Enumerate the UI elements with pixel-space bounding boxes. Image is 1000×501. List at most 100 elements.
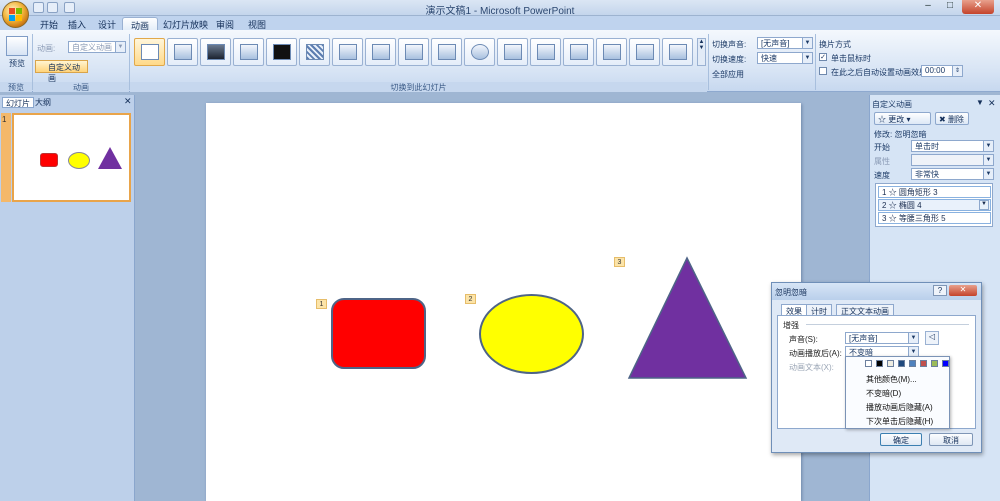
advance-time-spinner[interactable]: 00:00 ⇕ — [921, 65, 963, 77]
on-click-label: 单击鼠标时 — [831, 54, 871, 63]
transition-sound-label: 切换声音: — [712, 40, 747, 49]
on-click-checkbox[interactable]: ✓ — [819, 53, 827, 61]
transition-cover-right[interactable] — [662, 38, 693, 66]
tab-animations[interactable]: 动画 — [122, 17, 159, 31]
pane-menu-icon[interactable]: ▼ — [976, 98, 984, 107]
redo-icon[interactable] — [64, 2, 75, 13]
modify-label: 修改: 忽明忽暗 — [874, 130, 927, 139]
save-icon[interactable] — [33, 2, 44, 13]
tab-view[interactable]: 视图 — [240, 17, 274, 31]
close-window-button[interactable]: ✕ — [962, 0, 994, 14]
sound-label: 声音(S): — [789, 335, 818, 344]
dialog-close-button[interactable]: ✕ — [949, 285, 977, 296]
transition-speed-combo[interactable]: 快速 ▼ — [757, 52, 813, 64]
transition-wipe-left[interactable] — [365, 38, 396, 66]
transition-speed-label: 切换速度: — [712, 55, 747, 64]
advance-title: 换片方式 — [819, 40, 851, 49]
speaker-icon[interactable]: ◁ — [925, 331, 939, 345]
delete-effect-button[interactable]: ✖ 删除 — [935, 112, 969, 125]
tab-slideshow[interactable]: 幻灯片放映 — [155, 17, 216, 31]
color-swatch-black[interactable] — [876, 360, 883, 367]
menu-dont-dim[interactable]: 不变暗(D) — [866, 388, 901, 399]
menu-more-colors[interactable]: 其他颜色(M)... — [866, 374, 917, 385]
color-swatch-green[interactable] — [931, 360, 938, 367]
menu-hide-next-click[interactable]: 下次单击后隐藏(H) — [866, 416, 933, 427]
animation-label: 动画: — [37, 44, 56, 53]
property-label: 属性 — [874, 157, 890, 166]
start-label: 开始 — [874, 143, 890, 152]
window-title: 演示文稿1 - Microsoft PowerPoint — [425, 6, 575, 17]
transition-dissolve[interactable] — [299, 38, 330, 66]
slide-number: 1 — [2, 115, 7, 124]
sound-combo[interactable]: [无声音] ▼ — [845, 332, 919, 344]
transition-wipe-up[interactable] — [431, 38, 462, 66]
color-swatch-tan[interactable] — [887, 360, 894, 367]
change-effect-button[interactable]: ☆ 更改 ▾ — [874, 112, 931, 125]
cancel-button[interactable]: 取消 — [929, 433, 973, 446]
tab-review[interactable]: 审阅 — [208, 17, 242, 31]
section-divider — [806, 324, 969, 325]
undo-icon[interactable] — [47, 2, 58, 13]
tab-slides[interactable]: 幻灯片 — [2, 97, 34, 108]
custom-animation-button[interactable]: 自定义动画 — [35, 60, 88, 83]
transition-cover-left[interactable] — [629, 38, 660, 66]
gallery-scroll-button[interactable]: ▲ ▼ — [697, 38, 706, 66]
rounded-rectangle-shape[interactable] — [331, 298, 426, 369]
transition-none[interactable] — [134, 38, 165, 66]
minimize-button[interactable]: – — [918, 0, 938, 14]
transitions-group-label: 切换到此幻灯片 — [130, 82, 707, 92]
help-button[interactable]: ? — [933, 285, 947, 296]
color-swatch-white[interactable] — [865, 360, 872, 367]
animation-tag-1: 1 — [316, 299, 327, 309]
animation-group-label: 动画 — [33, 82, 129, 92]
preview-group-label: 预览 — [0, 82, 32, 92]
slide-selection-bar — [1, 113, 11, 202]
pane-close-icon[interactable]: ✕ — [988, 98, 996, 109]
ok-button[interactable]: 确定 — [880, 433, 922, 446]
animation-tag-2: 2 — [465, 294, 476, 304]
speed-label: 速度 — [874, 171, 890, 180]
transition-push-down[interactable] — [497, 38, 528, 66]
menu-hide-after[interactable]: 播放动画后隐藏(A) — [866, 402, 933, 413]
transition-push-right[interactable] — [563, 38, 594, 66]
speed-combo[interactable]: 非常快 ▼ — [911, 168, 994, 180]
transition-cut-black[interactable] — [266, 38, 297, 66]
animate-text-label: 动画文本(X): — [789, 363, 834, 372]
enhance-section: 增强 — [783, 321, 799, 330]
tab-outline[interactable]: 大纲 — [32, 97, 54, 108]
transition-fade-smooth[interactable] — [167, 38, 198, 66]
transition-wipe-right[interactable] — [398, 38, 429, 66]
after-animation-label: 动画播放后(A): — [789, 349, 842, 358]
close-pane-icon[interactable]: ✕ — [124, 96, 132, 107]
separator — [708, 34, 709, 90]
tab-design[interactable]: 设计 — [90, 17, 124, 31]
transition-wipe-down[interactable] — [332, 38, 363, 66]
animation-combo[interactable]: 自定义动画 ▼ — [68, 41, 126, 53]
apply-all-button[interactable]: 全部应用 — [712, 69, 744, 80]
color-swatch-blue[interactable] — [909, 360, 916, 367]
property-combo[interactable]: ▼ — [911, 154, 994, 166]
auto-advance-checkbox[interactable] — [819, 67, 827, 75]
ellipse-shape[interactable] — [479, 294, 584, 374]
list-item[interactable]: 2 ☆ 椭圆 4 ▼ — [878, 199, 991, 211]
tab-insert[interactable]: 插入 — [60, 17, 94, 31]
color-swatch-purple[interactable] — [942, 360, 949, 367]
list-item[interactable]: 1 ☆ 圆角矩形 3 — [878, 186, 991, 198]
color-swatch-red[interactable] — [920, 360, 927, 367]
slide-thumbnail[interactable] — [12, 113, 131, 202]
list-item[interactable]: 3 ☆ 等腰三角形 5 — [878, 212, 991, 224]
transition-push-up[interactable] — [596, 38, 627, 66]
auto-advance-label: 在此之后自动设置动画效果: — [831, 68, 930, 77]
transition-push-left[interactable] — [530, 38, 561, 66]
triangle-shape[interactable] — [627, 256, 748, 380]
transition-sound-combo[interactable]: [无声音] ▼ — [757, 37, 813, 49]
preview-icon[interactable] — [6, 36, 28, 56]
transition-cut[interactable] — [233, 38, 264, 66]
transition-circle[interactable] — [464, 38, 495, 66]
office-button[interactable] — [2, 1, 29, 28]
separator — [815, 34, 816, 90]
transition-fade-black[interactable] — [200, 38, 231, 66]
start-combo[interactable]: 单击时 ▼ — [911, 140, 994, 152]
maximize-button[interactable]: □ — [940, 0, 960, 14]
color-swatch-navy[interactable] — [898, 360, 905, 367]
